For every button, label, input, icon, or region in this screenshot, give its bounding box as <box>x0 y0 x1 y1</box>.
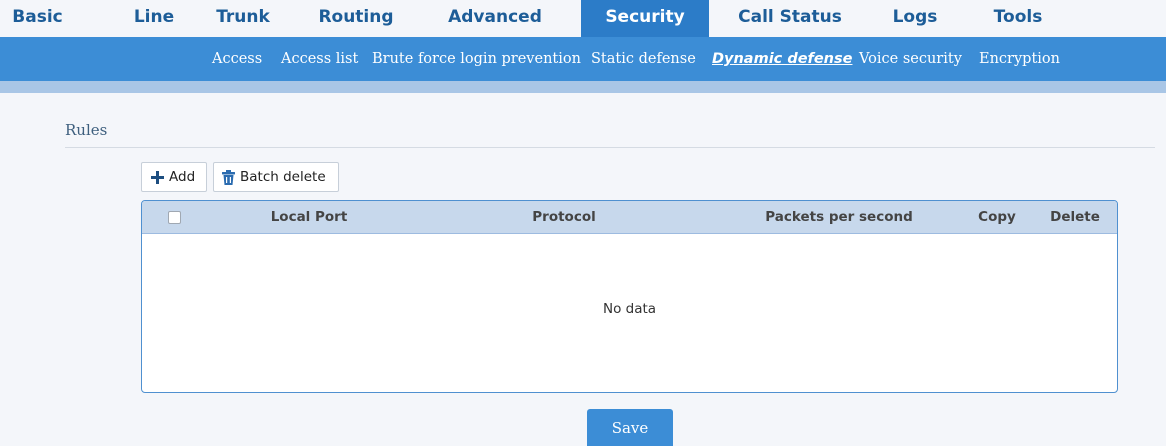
subnav-encryption[interactable]: Encryption <box>979 37 1060 81</box>
add-button[interactable]: Add <box>141 162 207 192</box>
nav-trunk[interactable]: Trunk <box>198 0 288 37</box>
nav-line[interactable]: Line <box>110 0 198 37</box>
table-header: Local Port Protocol Packets per second C… <box>142 201 1117 234</box>
nav-tools[interactable]: Tools <box>968 0 1068 37</box>
batch-delete-button[interactable]: Batch delete <box>213 162 339 192</box>
top-nav: Basic Line Trunk Routing Advanced Securi… <box>0 0 1166 37</box>
nav-basic[interactable]: Basic <box>0 0 75 37</box>
section-divider <box>65 147 1155 148</box>
nav-call-status[interactable]: Call Status <box>720 0 860 37</box>
save-button[interactable]: Save <box>587 409 673 446</box>
empty-state-text: No data <box>602 301 657 317</box>
column-protocol: Protocol <box>532 209 596 225</box>
nav-logs[interactable]: Logs <box>870 0 960 37</box>
subnav-brute-force-login-prevention[interactable]: Brute force login prevention <box>372 37 581 81</box>
trash-icon <box>222 169 235 185</box>
rules-table: Local Port Protocol Packets per second C… <box>141 200 1118 393</box>
nav-security[interactable]: Security <box>581 0 709 37</box>
nav-advanced[interactable]: Advanced <box>425 0 565 37</box>
column-delete: Delete <box>1050 209 1100 225</box>
subnav-divider <box>0 81 1166 93</box>
select-all-checkbox[interactable] <box>168 211 181 224</box>
plus-icon <box>151 170 164 184</box>
add-button-label: Add <box>169 169 196 185</box>
column-packets-per-second: Packets per second <box>765 209 913 225</box>
subnav-access-list[interactable]: Access list <box>281 37 358 81</box>
batch-delete-button-label: Batch delete <box>240 169 326 185</box>
subnav-static-defense[interactable]: Static defense <box>591 37 696 81</box>
subnav-dynamic-defense[interactable]: Dynamic defense <box>712 37 852 81</box>
subnav-voice-security[interactable]: Voice security <box>859 37 962 81</box>
column-local-port: Local Port <box>270 209 348 225</box>
sub-nav: Access Access list Brute force login pre… <box>0 37 1166 81</box>
section-title: Rules <box>65 121 108 139</box>
column-copy: Copy <box>978 209 1016 225</box>
subnav-access[interactable]: Access <box>212 37 262 81</box>
nav-routing[interactable]: Routing <box>300 0 412 37</box>
